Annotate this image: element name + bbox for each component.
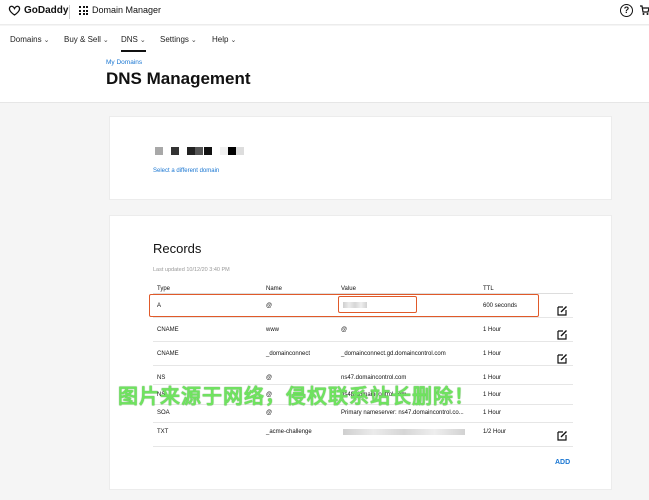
breadcrumb-my-domains[interactable]: My Domains bbox=[106, 59, 142, 66]
page-header: My Domains DNS Management bbox=[0, 52, 649, 103]
masked-domain-block bbox=[236, 147, 244, 155]
nav-settings-label: Settings bbox=[160, 35, 189, 44]
page-title: DNS Management bbox=[106, 69, 251, 88]
grid-icon[interactable] bbox=[79, 6, 88, 15]
app-name[interactable]: Domain Manager bbox=[92, 5, 161, 15]
nav-help[interactable]: Help ⌄ bbox=[212, 35, 236, 44]
select-different-domain-link[interactable]: Select a different domain bbox=[153, 168, 219, 174]
chevron-down-icon: ⌄ bbox=[190, 37, 197, 44]
masked-domain-block bbox=[220, 147, 228, 155]
record-name: @ bbox=[266, 410, 273, 416]
header-divider bbox=[69, 5, 70, 19]
help-icon[interactable]: ? bbox=[620, 4, 633, 17]
records-card: Records Last updated 10/12/20 3:40 PM Ty… bbox=[109, 215, 612, 490]
top-bar: GoDaddy Domain Manager ? bbox=[0, 0, 649, 25]
chevron-down-icon: ⌄ bbox=[102, 37, 109, 44]
masked-domain-block bbox=[171, 147, 179, 155]
redacted-value bbox=[343, 429, 465, 435]
nav-help-label: Help bbox=[212, 35, 229, 44]
record-value: _domainconnect.gd.domaincontrol.com bbox=[341, 351, 446, 357]
record-value: Primary nameserver: ns47.domaincontrol.c… bbox=[341, 410, 464, 416]
masked-domain-block bbox=[155, 147, 163, 155]
masked-domain-block bbox=[163, 147, 171, 155]
records-title: Records bbox=[153, 241, 202, 256]
chevron-down-icon: ⌄ bbox=[139, 37, 146, 44]
chevron-down-icon: ⌄ bbox=[43, 37, 50, 44]
add-record-button[interactable]: ADD bbox=[555, 459, 570, 466]
record-ttl: 1 Hour bbox=[483, 392, 502, 398]
record-ttl: 1 Hour bbox=[483, 351, 502, 357]
nav-domains-label: Domains bbox=[10, 35, 42, 44]
masked-domain-block bbox=[204, 147, 212, 155]
nav-dns[interactable]: DNS ⌄ bbox=[121, 35, 146, 52]
record-value: @ bbox=[341, 327, 348, 333]
last-updated-text: Last updated 10/12/20 3:40 PM bbox=[153, 267, 230, 273]
record-name: www bbox=[266, 327, 279, 333]
godaddy-logo[interactable]: GoDaddy bbox=[8, 5, 68, 16]
edit-icon[interactable] bbox=[557, 353, 568, 364]
table-row: TXT _acme-challenge 1/2 Hour bbox=[153, 423, 573, 447]
table-row: CNAME _domainconnect _domainconnect.gd.d… bbox=[153, 342, 573, 366]
cart-icon[interactable] bbox=[640, 5, 649, 16]
nav-buy-sell-label: Buy & Sell bbox=[64, 35, 101, 44]
record-type: CNAME bbox=[157, 351, 179, 357]
record-name: _domainconnect bbox=[266, 351, 311, 357]
record-ttl: 1/2 Hour bbox=[483, 429, 507, 435]
masked-domain-block bbox=[195, 147, 203, 155]
masked-domain-block bbox=[187, 147, 195, 155]
main-nav: Domains ⌄ Buy & Sell ⌄ DNS ⌄ Settings ⌄ Help… bbox=[0, 26, 649, 52]
nav-dns-label: DNS bbox=[121, 35, 138, 44]
column-header-name: Name bbox=[266, 286, 283, 292]
column-header-type: Type bbox=[157, 286, 171, 292]
edit-icon[interactable] bbox=[557, 329, 568, 340]
record-ttl: 1 Hour bbox=[483, 410, 502, 416]
record-type: SOA bbox=[157, 410, 170, 416]
column-header-value: Value bbox=[341, 286, 356, 292]
record-ttl: 1 Hour bbox=[483, 327, 502, 333]
edit-icon[interactable] bbox=[557, 430, 568, 441]
highlight-a-value bbox=[338, 296, 417, 313]
edit-icon[interactable] bbox=[557, 305, 568, 316]
record-name: _acme-challenge bbox=[266, 429, 312, 435]
table-row: CNAME www @ 1 Hour bbox=[153, 318, 573, 342]
masked-domain-block bbox=[228, 147, 236, 155]
logo-text: GoDaddy bbox=[24, 5, 69, 16]
record-type: TXT bbox=[157, 429, 169, 435]
record-ttl: 1 Hour bbox=[483, 375, 502, 381]
nav-settings[interactable]: Settings ⌄ bbox=[160, 35, 197, 44]
godaddy-logo-icon bbox=[8, 5, 21, 16]
record-type: CNAME bbox=[157, 327, 179, 333]
nav-buy-sell[interactable]: Buy & Sell ⌄ bbox=[64, 35, 109, 44]
domain-card: Select a different domain bbox=[109, 116, 612, 200]
chevron-down-icon: ⌄ bbox=[230, 37, 237, 44]
watermark-text: 图片来源于网络，侵权联系站长删除！ bbox=[118, 386, 475, 408]
column-header-ttl: TTL bbox=[483, 286, 494, 292]
nav-domains[interactable]: Domains ⌄ bbox=[10, 35, 49, 44]
